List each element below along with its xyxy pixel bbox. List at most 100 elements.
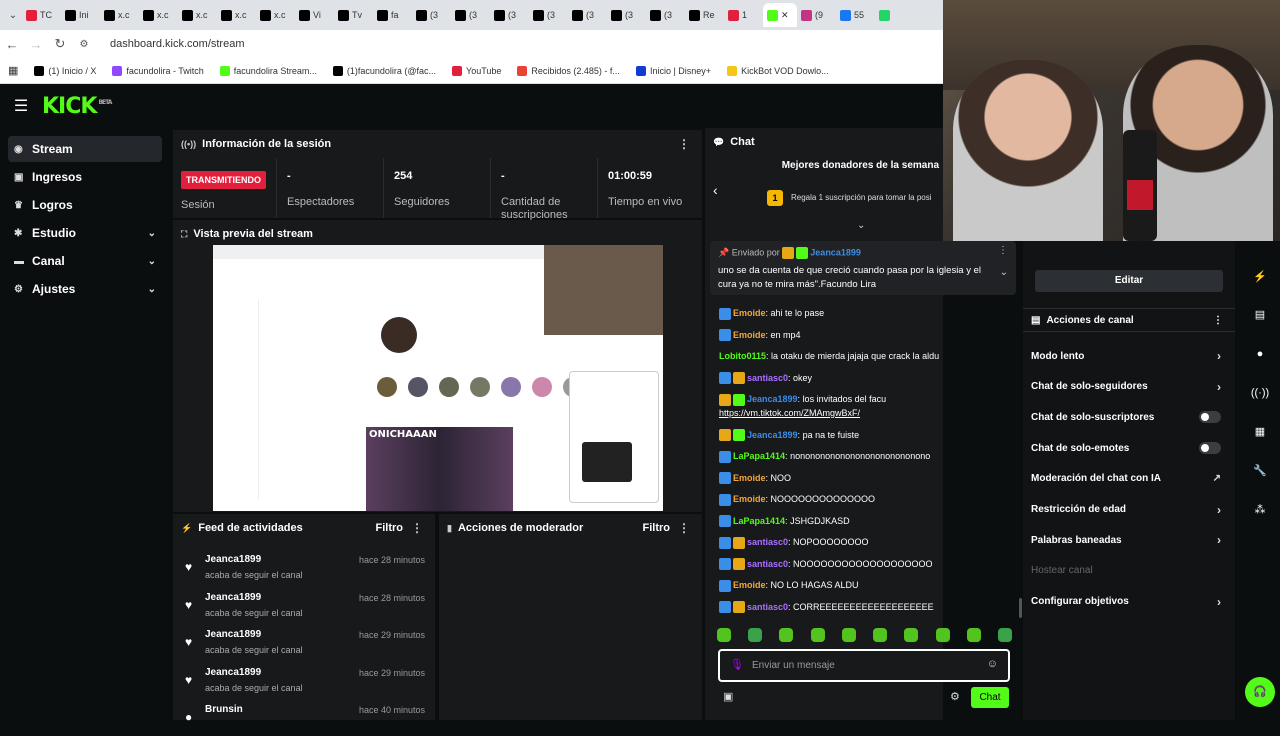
- browser-tab[interactable]: Re: [685, 3, 724, 27]
- browser-tab[interactable]: 55: [836, 3, 875, 27]
- browser-tab[interactable]: Tv: [334, 3, 373, 27]
- emote-icon[interactable]: [873, 628, 888, 642]
- wrench-rail-icon[interactable]: 🔧: [1250, 461, 1270, 481]
- browser-tab[interactable]: fa: [373, 3, 412, 27]
- browser-tab[interactable]: x.c: [178, 3, 217, 27]
- chat-username[interactable]: Emoide: [733, 330, 766, 340]
- chat-link[interactable]: https://vm.tiktok.com/ZMAmgwBxF/: [719, 408, 860, 418]
- browser-tab[interactable]: (3: [529, 3, 568, 27]
- emoji-icon[interactable]: ☺: [987, 658, 998, 670]
- edit-button[interactable]: Editar: [1035, 270, 1223, 292]
- emote-icon[interactable]: [904, 628, 919, 642]
- browser-tab[interactable]: Ini: [61, 3, 100, 27]
- browser-tab[interactable]: (3: [607, 3, 646, 27]
- chat-username[interactable]: Emoide: [733, 473, 766, 483]
- chat-username[interactable]: Emoide: [733, 580, 766, 590]
- browser-tab[interactable]: (9: [797, 3, 836, 27]
- expand-icon[interactable]: ⌄: [1000, 267, 1008, 278]
- sidebar-item-estudio[interactable]: ✱ Estudio ⌄: [8, 220, 162, 246]
- pinned-more-icon[interactable]: ⋮: [998, 245, 1008, 256]
- emote-icon[interactable]: [841, 628, 856, 642]
- sidebar-item-ajustes[interactable]: ⚙ Ajustes ⌄: [8, 276, 162, 302]
- browser-tab[interactable]: (3: [646, 3, 685, 27]
- chat-username[interactable]: Jeanca1899: [747, 430, 798, 440]
- sidebar-item-canal[interactable]: ▬ Canal ⌄: [8, 248, 162, 274]
- url-field[interactable]: dashboard.kick.com/stream: [110, 38, 245, 50]
- sidebar-item-stream[interactable]: ◉ Stream: [8, 136, 162, 162]
- browser-tab[interactable]: TC: [22, 3, 61, 27]
- emote-icon[interactable]: [935, 628, 950, 642]
- channel-action-item[interactable]: Modo lento ›: [1031, 346, 1227, 366]
- emote-icon[interactable]: [779, 628, 794, 642]
- channel-action-item[interactable]: Restricción de edad ›: [1031, 500, 1227, 520]
- chat-username[interactable]: santiasc0: [747, 559, 788, 569]
- collapse-icon[interactable]: ⌄: [857, 220, 865, 231]
- chat-username[interactable]: santiasc0: [747, 373, 788, 383]
- channel-actions-more-icon[interactable]: ⋮: [1213, 315, 1223, 326]
- chat-rail-icon[interactable]: ●: [1250, 344, 1270, 364]
- chat-username[interactable]: Emoide: [733, 308, 766, 318]
- feed-user[interactable]: Brunsin: [205, 704, 243, 715]
- emote-icon[interactable]: [717, 628, 731, 642]
- chat-scrollbar[interactable]: [1019, 598, 1022, 618]
- chat-input[interactable]: 🎙 Enviar un mensaje ☺: [718, 649, 1010, 682]
- sidebar-item-logros[interactable]: ♛ Logros: [8, 192, 162, 218]
- channel-action-item[interactable]: Chat de solo-seguidores ›: [1031, 377, 1227, 397]
- channel-action-item[interactable]: Chat de solo-suscriptores: [1031, 407, 1227, 427]
- share-rail-icon[interactable]: ⁂: [1250, 500, 1270, 520]
- browser-tab[interactable]: (3: [490, 3, 529, 27]
- feed-user[interactable]: Jeanca1899: [205, 667, 261, 678]
- browser-tab[interactable]: 1: [724, 3, 763, 27]
- feed-user[interactable]: Jeanca1899: [205, 629, 261, 640]
- chat-username[interactable]: Emoide: [733, 494, 766, 504]
- bookmark-item[interactable]: (1) Inicio / X: [34, 65, 96, 76]
- layout-rail-icon[interactable]: ▦: [1250, 422, 1270, 442]
- chevron-left-icon[interactable]: ‹: [713, 182, 718, 198]
- browser-tab[interactable]: [875, 3, 914, 27]
- browser-tab[interactable]: x.c: [100, 3, 139, 27]
- more-icon[interactable]: ⋮: [678, 137, 690, 151]
- notes-rail-icon[interactable]: ▤: [1250, 305, 1270, 325]
- chat-username[interactable]: Jeanca1899: [747, 394, 798, 404]
- feed-more-icon[interactable]: ⋮: [411, 521, 423, 535]
- kick-logo[interactable]: KICK BETA: [42, 94, 112, 119]
- channel-action-item[interactable]: Chat de solo-emotes: [1031, 438, 1227, 458]
- channel-action-item[interactable]: Configurar objetivos ›: [1031, 592, 1227, 612]
- bolt-rail-icon[interactable]: ⚡: [1250, 267, 1270, 287]
- broadcast-rail-icon[interactable]: ((·)): [1250, 383, 1270, 403]
- forward-icon[interactable]: →: [24, 37, 48, 52]
- browser-tab[interactable]: (3: [568, 3, 607, 27]
- bookmark-item[interactable]: facundolira - Twitch: [112, 65, 204, 76]
- back-icon[interactable]: ←: [0, 37, 24, 52]
- browser-tab[interactable]: (3: [412, 3, 451, 27]
- bookmark-item[interactable]: KickBot VOD Dowlo...: [727, 65, 829, 76]
- feed-filter-button[interactable]: Filtro: [376, 522, 404, 534]
- emote-icon[interactable]: [810, 628, 825, 642]
- chat-username[interactable]: LaPapa1414: [733, 516, 785, 526]
- chat-username[interactable]: santiasc0: [747, 537, 788, 547]
- bookmark-item[interactable]: (1)facundolira (@fac...: [332, 65, 436, 76]
- chat-username[interactable]: Lobito0115: [719, 351, 766, 361]
- mod-more-icon[interactable]: ⋮: [678, 521, 690, 535]
- reload-icon[interactable]: ↻: [48, 36, 72, 52]
- chat-username[interactable]: santiasc0: [747, 602, 788, 612]
- mic-icon[interactable]: 🎙: [730, 658, 744, 671]
- toggle-switch[interactable]: [1199, 411, 1221, 424]
- emote-icon[interactable]: [748, 628, 763, 642]
- channel-action-item[interactable]: Palabras baneadas ›: [1031, 530, 1227, 550]
- toggle-switch[interactable]: [1199, 442, 1221, 455]
- apps-icon[interactable]: ▦: [8, 64, 18, 77]
- send-chat-button[interactable]: Chat: [971, 687, 1009, 708]
- gift-icon[interactable]: ▣: [723, 690, 733, 703]
- emote-icon[interactable]: [997, 628, 1012, 642]
- chevron-down-icon[interactable]: ⌄: [148, 256, 156, 267]
- bookmark-item[interactable]: Inicio | Disney+: [635, 65, 711, 76]
- browser-tab[interactable]: x.c: [139, 3, 178, 27]
- channel-action-item[interactable]: Moderación del chat con IA ↗: [1031, 469, 1227, 489]
- sidebar-item-ingresos[interactable]: ▣ Ingresos: [8, 164, 162, 190]
- mod-filter-button[interactable]: Filtro: [643, 522, 671, 534]
- bookmark-item[interactable]: facundolira Stream...: [219, 65, 317, 76]
- menu-icon[interactable]: ☰: [0, 96, 42, 116]
- bookmark-item[interactable]: Recibidos (2.485) - f...: [517, 65, 620, 76]
- browser-tab[interactable]: x.c: [256, 3, 295, 27]
